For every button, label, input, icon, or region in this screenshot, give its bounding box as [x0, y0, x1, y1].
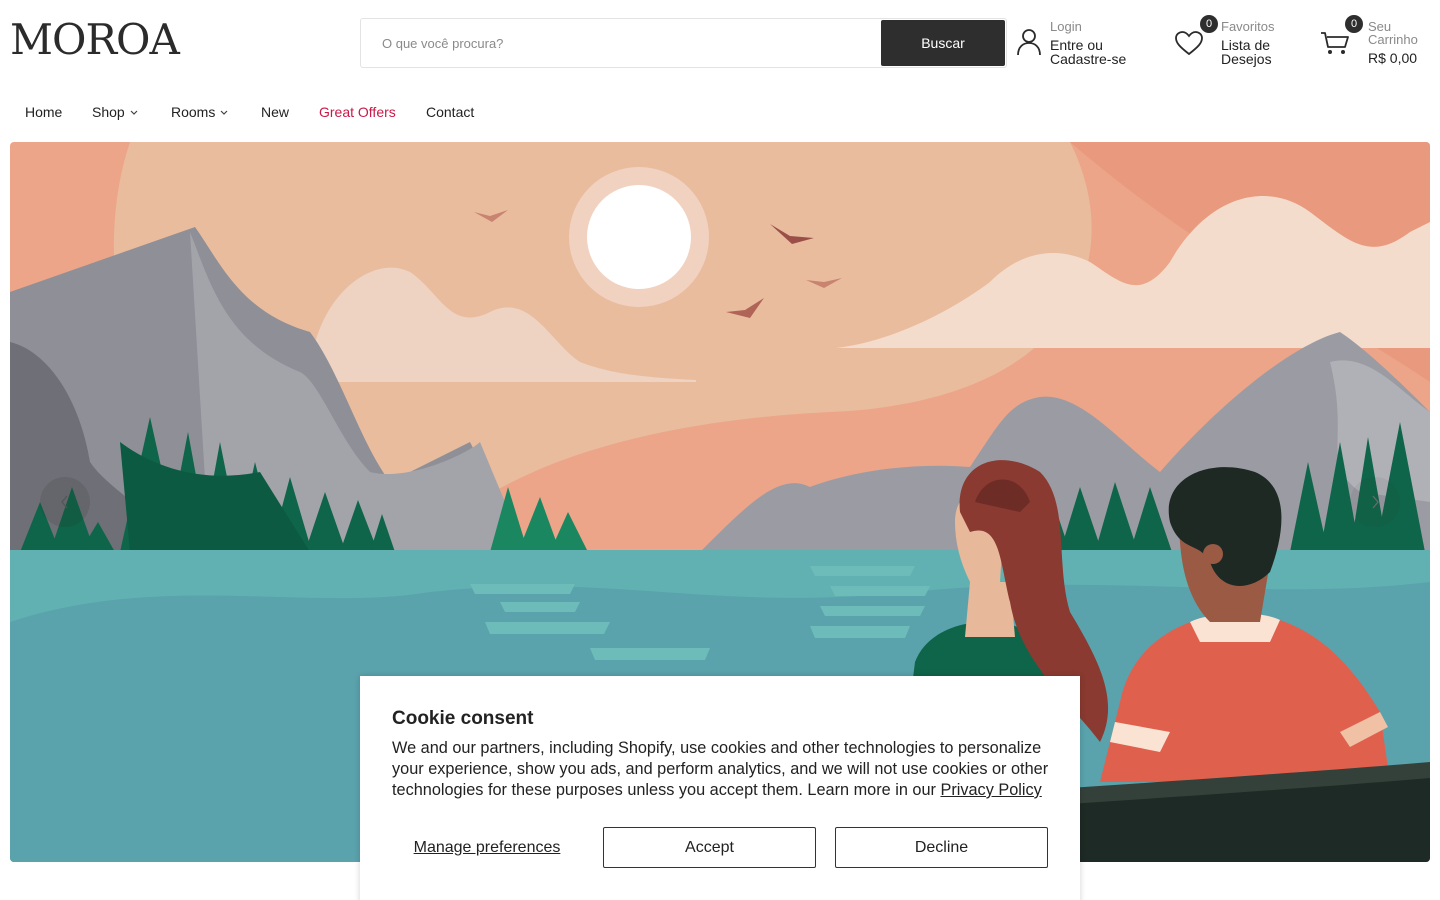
brand-logo[interactable]: MOROA — [10, 15, 180, 64]
wishlist-main-label-2: Desejos — [1221, 51, 1272, 67]
search-bar: Buscar — [360, 18, 1007, 68]
cookie-consent-banner: Cookie consent We and our partners, incl… — [360, 676, 1080, 900]
privacy-policy-link[interactable]: Privacy Policy — [940, 781, 1041, 799]
nav-item-home[interactable]: Home — [25, 104, 62, 120]
user-icon — [1017, 29, 1041, 56]
cart-count-badge: 0 — [1345, 15, 1363, 33]
decline-button[interactable]: Decline — [835, 827, 1048, 868]
nav-item-label: Rooms — [171, 104, 216, 120]
account-main-label-1: Entre ou — [1050, 37, 1103, 53]
wishlist-link[interactable]: 0 Favoritos Lista de Desejos — [1174, 15, 1294, 72]
nav-item-new[interactable]: New — [261, 104, 289, 120]
cart-icon — [1321, 32, 1349, 54]
nav-item-label: Home — [25, 104, 63, 120]
nav-item-label: New — [261, 104, 290, 120]
nav-item-contact[interactable]: Contact — [426, 104, 474, 120]
cart-small-label-2: Carrinho — [1368, 32, 1418, 47]
site-header: MOROA Buscar Login Entre ou Cadastre-se … — [0, 0, 1440, 90]
account-main-label-2: Cadastre-se — [1050, 51, 1127, 67]
account-small-label: Login — [1050, 19, 1082, 34]
search-input[interactable] — [361, 19, 881, 67]
nav-item-label: Great Offers — [319, 104, 396, 120]
cart-link[interactable]: 0 Seu Carrinho R$ 0,00 — [1320, 15, 1430, 72]
main-nav: Home Shop Rooms New Great Offers Contact — [0, 100, 700, 126]
account-link[interactable]: Login Entre ou Cadastre-se — [1016, 18, 1156, 72]
cookie-text: We and our partners, including Shopify, … — [392, 738, 1052, 801]
chevron-down-icon — [130, 110, 138, 116]
heart-icon — [1175, 31, 1203, 56]
nav-item-label: Contact — [426, 104, 475, 120]
search-button[interactable]: Buscar — [881, 20, 1005, 66]
wishlist-main-label-1: Lista de — [1221, 37, 1271, 53]
cookie-title: Cookie consent — [392, 708, 534, 729]
slider-next-button[interactable] — [1350, 477, 1400, 527]
nav-item-great-offers[interactable]: Great Offers — [319, 104, 396, 120]
chevron-right-icon — [1372, 495, 1379, 509]
wishlist-count-badge: 0 — [1200, 15, 1218, 33]
manage-preferences-button[interactable]: Manage preferences — [392, 827, 582, 868]
slider-prev-button[interactable] — [40, 477, 90, 527]
cart-total: R$ 0,00 — [1368, 50, 1418, 66]
chevron-left-icon — [61, 495, 68, 509]
nav-item-shop[interactable]: Shop — [92, 104, 138, 120]
nav-item-label: Shop — [92, 104, 125, 120]
chevron-down-icon — [220, 110, 228, 116]
wishlist-small-label: Favoritos — [1221, 19, 1275, 34]
nav-item-rooms[interactable]: Rooms — [171, 104, 228, 120]
accept-button[interactable]: Accept — [603, 827, 816, 868]
